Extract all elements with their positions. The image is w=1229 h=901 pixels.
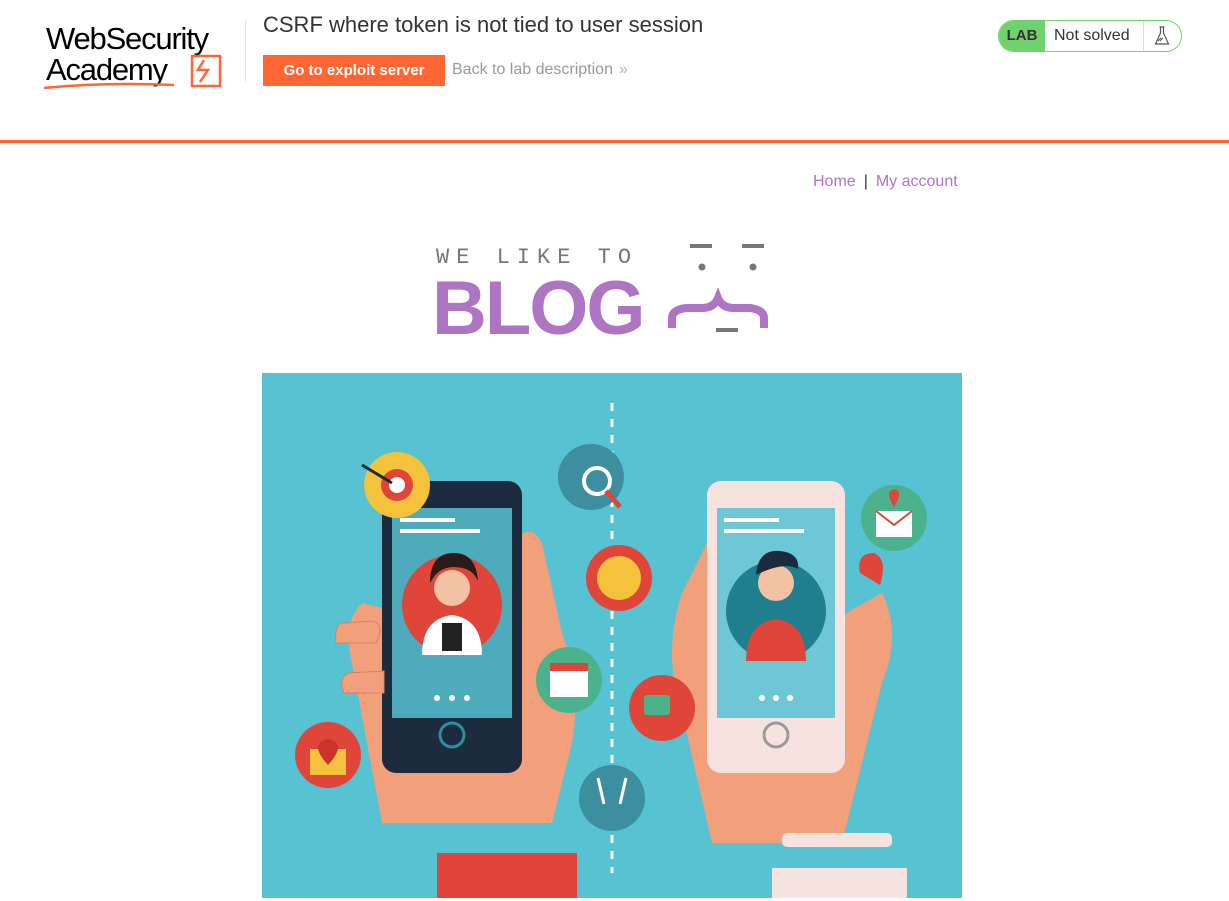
svg-text:WebSecurity: WebSecurity <box>46 21 210 56</box>
lab-header: WebSecurity Academy CSRF where token is … <box>0 0 1229 140</box>
lab-status-text: Not solved <box>1054 27 1130 44</box>
lab-badge: LAB <box>999 21 1045 51</box>
home-link[interactable]: Home <box>813 173 856 190</box>
header-divider <box>0 140 1229 143</box>
back-to-lab-description-link[interactable]: Back to lab description » <box>452 61 628 79</box>
blog-banner: WE LIKE TO BLOG <box>432 244 768 340</box>
svg-text:BLOG: BLOG <box>432 266 644 340</box>
hero-illustration <box>262 373 962 898</box>
my-account-link[interactable]: My account <box>876 173 958 190</box>
lab-title: CSRF where token is not tied to user ses… <box>263 12 704 37</box>
web-security-academy-logo[interactable]: WebSecurity Academy <box>44 18 244 90</box>
svg-text:Academy: Academy <box>46 52 169 87</box>
flask-icon <box>1143 21 1180 51</box>
nav-separator: | <box>863 173 868 190</box>
top-nav: Home | My account <box>813 173 958 191</box>
exploit-server-button[interactable]: Go to exploit server <box>263 55 445 86</box>
back-link-label: Back to lab description <box>452 61 613 78</box>
logo-divider <box>245 20 246 82</box>
lab-status-widget: LAB Not solved <box>998 20 1182 52</box>
double-chevron-right-icon: » <box>618 61 628 78</box>
